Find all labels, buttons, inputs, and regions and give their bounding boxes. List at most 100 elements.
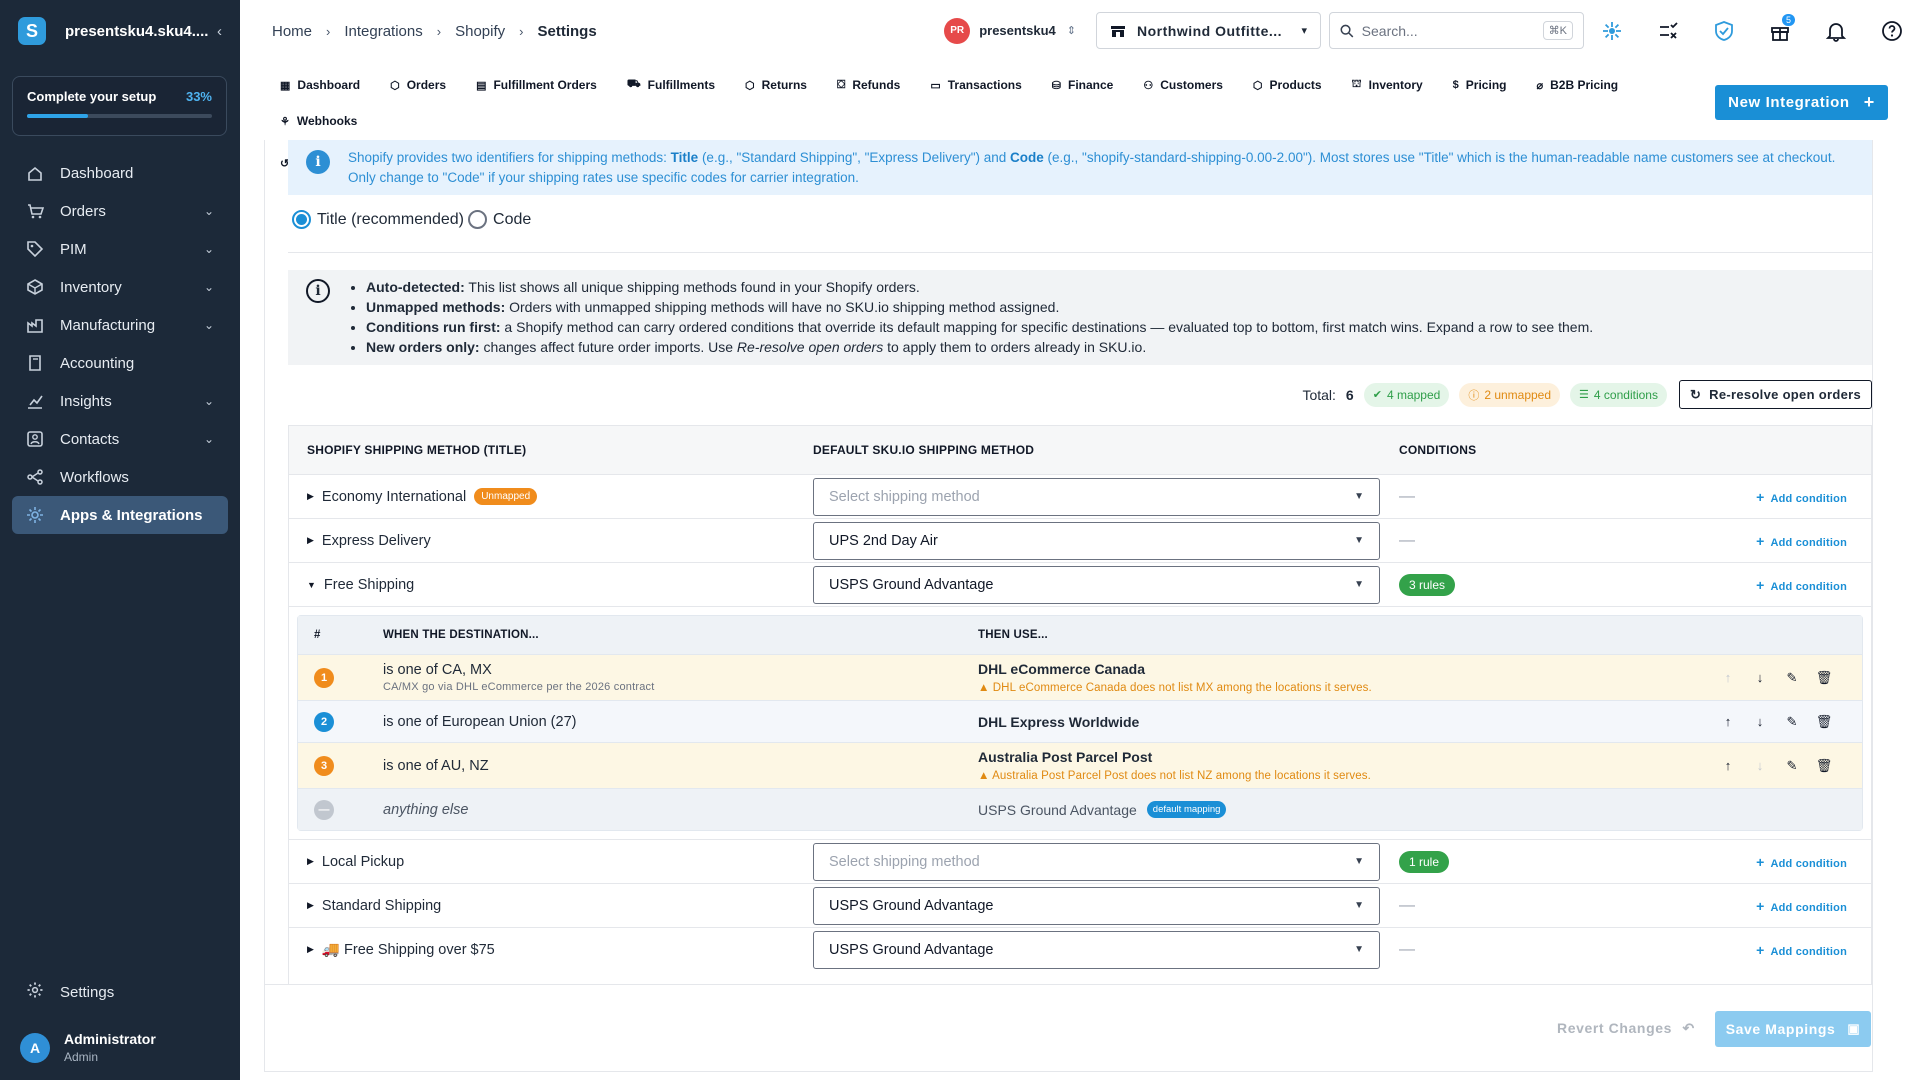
sidebar-item-label: Manufacturing (60, 316, 156, 334)
tasks-button[interactable] (1640, 12, 1696, 49)
shipping-method-select[interactable]: USPS Ground Advantage ▼ (813, 886, 1380, 925)
move-down-icon[interactable]: ↓ (1744, 714, 1776, 729)
save-mappings-button[interactable]: Save Mappings ▣ (1715, 1011, 1871, 1047)
delete-trash-icon[interactable]: 🗑 (1808, 714, 1840, 730)
tab-label: Returns (761, 78, 807, 92)
ai-sparkle-button[interactable] (1584, 12, 1640, 49)
tab-label: Finance (1068, 78, 1114, 92)
sidebar-item-dashboard[interactable]: Dashboard (12, 154, 228, 192)
shipping-method-select[interactable]: Select shipping method ▼ (813, 842, 1380, 881)
sidebar-item-apps-integrations[interactable]: Apps & Integrations (12, 496, 228, 534)
chevron-right-icon: › (519, 23, 524, 39)
collapse-sidebar-icon[interactable]: ‹ (217, 23, 222, 40)
caret-right-icon[interactable]: ▶ (307, 856, 314, 867)
radio-code-label[interactable]: Code (493, 211, 531, 229)
sidebar-item-pim[interactable]: PIM ⌄ (12, 230, 228, 268)
breadcrumb-shopify[interactable]: Shopify (455, 23, 505, 40)
add-condition-button[interactable]: + Add condition (1756, 942, 1847, 958)
shipping-method-select[interactable]: USPS Ground Advantage ▼ (813, 565, 1380, 604)
tab-b2b-pricing[interactable]: ⌀ B2B Pricing (1526, 70, 1628, 100)
tab-transactions[interactable]: ▭ Transactions (920, 70, 1031, 100)
shipping-method-select[interactable]: USPS Ground Advantage ▼ (813, 930, 1380, 969)
radio-code[interactable] (468, 210, 488, 229)
breadcrumb-integrations[interactable]: Integrations (344, 23, 422, 40)
delete-trash-icon[interactable]: 🗑 (1808, 758, 1840, 774)
radio-title-label[interactable]: Title (recommended) (317, 211, 464, 229)
tab-fulfillments[interactable]: ⛟ Fulfillments (617, 70, 725, 100)
sidebar-item-contacts[interactable]: Contacts ⌄ (12, 420, 228, 458)
tab-returns[interactable]: ⬡ Returns (735, 70, 817, 100)
setup-progress-card[interactable]: Complete your setup 33% (12, 76, 227, 136)
note-tail: to apply them to orders already in SKU.i… (883, 339, 1147, 355)
tab-icon: ▦ (280, 79, 291, 92)
sidebar-nav: Dashboard Orders ⌄ PIM ⌄ Inventory ⌄ Manufactur… (0, 154, 240, 534)
tab-pricing[interactable]: $ Pricing (1443, 70, 1517, 100)
sidebar-item-workflows[interactable]: Workflows (12, 458, 228, 496)
add-condition-button[interactable]: + Add condition (1756, 533, 1847, 549)
delete-trash-icon[interactable]: 🗑 (1808, 670, 1840, 686)
no-conditions: — (1399, 487, 1415, 505)
sidebar-item-inventory[interactable]: Inventory ⌄ (12, 268, 228, 306)
tab-webhooks[interactable]: ⚘ Webhooks (270, 106, 367, 136)
sidebar-item-manufacturing[interactable]: Manufacturing ⌄ (12, 306, 228, 344)
revert-changes-button[interactable]: Revert Changes ↶ (1557, 1020, 1695, 1037)
sidebar-item-orders[interactable]: Orders ⌄ (12, 192, 228, 230)
edit-pencil-icon[interactable]: ✎ (1776, 758, 1808, 774)
rules-count-badge[interactable]: 3 rules (1399, 573, 1456, 596)
workspace-header[interactable]: S presentsku4.sku4.... ‹ (0, 0, 240, 62)
tab-finance[interactable]: ⛁ Finance (1042, 70, 1124, 100)
checklist-icon (1660, 21, 1678, 39)
add-condition-button[interactable]: + Add condition (1756, 489, 1847, 505)
sidebar-settings[interactable]: Settings (12, 973, 228, 1011)
security-button[interactable] (1696, 12, 1752, 49)
search-box[interactable]: ⌘K (1329, 12, 1584, 49)
help-icon (1882, 20, 1902, 41)
shopify-method-cell: ▶ Economy International Unmapped (289, 488, 789, 505)
tab-inventory[interactable]: ⛫ Inventory (1342, 70, 1433, 100)
shipping-method-select[interactable]: Select shipping method ▼ (813, 477, 1380, 516)
sidebar-item-insights[interactable]: Insights ⌄ (12, 382, 228, 420)
notifications-button[interactable] (1808, 12, 1864, 49)
breadcrumb-home[interactable]: Home (272, 23, 312, 40)
gifts-button[interactable]: 5 (1752, 12, 1808, 49)
reresolve-open-orders-button[interactable]: ↻ Re-resolve open orders (1678, 380, 1872, 409)
condition-row: 2 is one of European Union (27) DHL Expres… (298, 700, 1862, 742)
tab-orders[interactable]: ⬡ Orders (380, 70, 456, 100)
tab-refunds[interactable]: ⛋ Refunds (827, 70, 910, 100)
tab-customers[interactable]: ⚇ Customers (1133, 70, 1233, 100)
edit-pencil-icon[interactable]: ✎ (1776, 714, 1808, 730)
help-button[interactable] (1864, 12, 1920, 49)
caret-right-icon[interactable]: ▶ (307, 900, 314, 911)
add-condition-button[interactable]: + Add condition (1756, 898, 1847, 914)
note-text: changes affect future order imports. Use (479, 339, 737, 355)
add-condition-button[interactable]: + Add condition (1756, 854, 1847, 870)
note-text: This list shows all unique shipping meth… (464, 279, 920, 295)
tag-icon (26, 240, 44, 258)
table-row: ▶ Standard Shipping USPS Ground Advantage ▼… (289, 883, 1871, 927)
shopify-method-name: Free Shipping (323, 576, 415, 593)
store-selector[interactable]: Northwind Outfitte... ▾ (1096, 12, 1321, 49)
tab-dashboard[interactable]: ▦ Dashboard (270, 70, 370, 100)
caret-right-icon[interactable]: ▶ (307, 944, 314, 955)
tab-products[interactable]: ⬡ Products (1243, 70, 1332, 100)
shipping-method-select[interactable]: UPS 2nd Day Air ▼ (813, 521, 1380, 560)
shopify-method-cell: ▶ 🚚 Free Shipping over $75 (289, 941, 789, 958)
edit-pencil-icon[interactable]: ✎ (1776, 670, 1808, 686)
account-switcher[interactable]: PR presentsku4 ⇕ (944, 17, 1076, 44)
caret-right-icon[interactable]: ▶ (307, 535, 314, 546)
radio-title[interactable] (292, 210, 311, 229)
sidebar-item-accounting[interactable]: Accounting (12, 344, 228, 382)
new-integration-button[interactable]: New Integration + (1715, 85, 1888, 120)
search-input[interactable] (1361, 22, 1543, 39)
default-method-cell: Select shipping method ▼ (789, 842, 1389, 881)
caret-down-icon[interactable]: ▼ (307, 580, 316, 590)
add-condition-button[interactable]: + Add condition (1756, 577, 1847, 593)
caret-right-icon[interactable]: ▶ (307, 491, 314, 502)
tab-label: Pricing (1465, 78, 1507, 92)
move-up-icon[interactable]: ↑ (1712, 714, 1744, 729)
move-up-icon[interactable]: ↑ (1712, 758, 1744, 773)
tab-fulfillment-orders[interactable]: ▤ Fulfillment Orders (466, 70, 607, 100)
rules-count-badge[interactable]: 1 rule (1399, 850, 1450, 873)
move-down-icon[interactable]: ↓ (1744, 670, 1776, 685)
user-profile[interactable]: A Administrator Admin (0, 1031, 240, 1080)
